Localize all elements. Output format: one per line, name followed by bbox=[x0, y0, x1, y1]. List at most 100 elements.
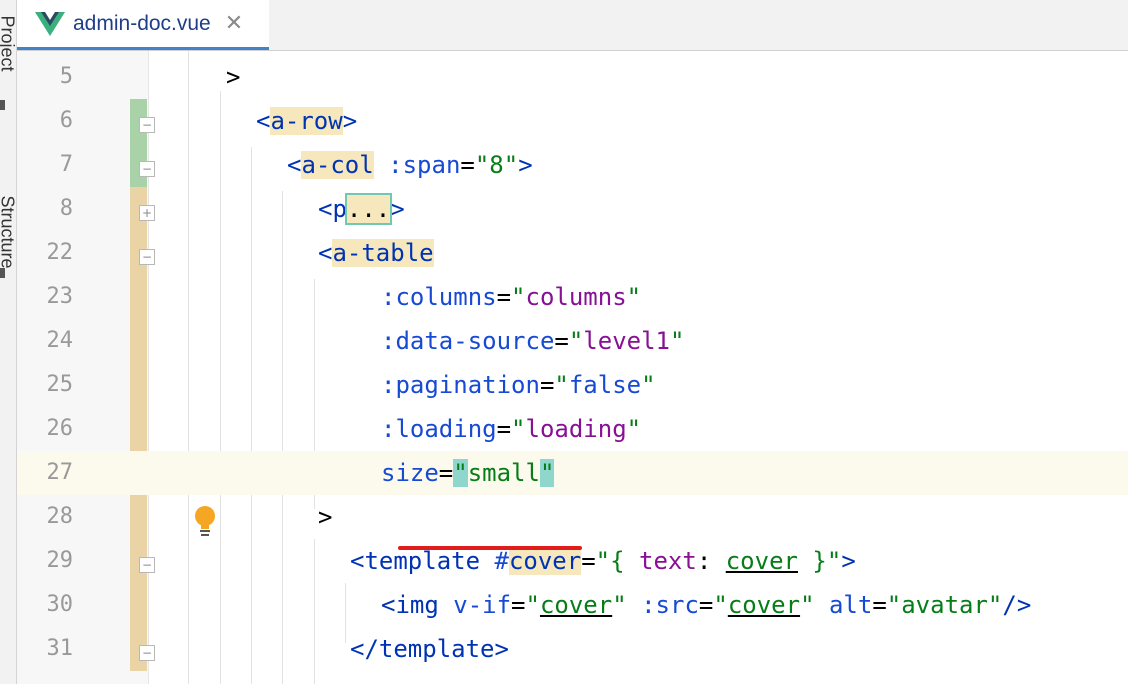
code-token: v-if bbox=[453, 591, 512, 619]
code-token: " bbox=[511, 415, 526, 443]
code-line[interactable]: 8 <p...> bbox=[17, 187, 1128, 231]
code-text: <a-col :span="8"> bbox=[287, 143, 533, 187]
code-token: small bbox=[467, 459, 540, 487]
code-token: " bbox=[453, 459, 468, 487]
code-token: : bbox=[696, 547, 726, 575]
code-token: "8" bbox=[474, 151, 519, 179]
code-line[interactable]: 6 <a-row> bbox=[17, 99, 1128, 143]
line-number: 8 bbox=[59, 196, 73, 221]
code-token: alt bbox=[828, 591, 873, 619]
code-token: }" bbox=[797, 547, 842, 575]
fold-end-icon[interactable]: − bbox=[139, 645, 155, 661]
code-token: ... bbox=[344, 193, 393, 225]
code-token: " bbox=[800, 591, 815, 619]
line-number: 25 bbox=[46, 372, 74, 397]
code-line[interactable]: 31 </template> bbox=[17, 627, 1128, 671]
code-token: = bbox=[496, 415, 512, 443]
code-token: size bbox=[381, 459, 439, 487]
fold-collapse-icon[interactable]: − bbox=[139, 161, 155, 177]
code-text: size="small" bbox=[381, 451, 555, 495]
editor-tab-bar: admin-doc.vue ✕ bbox=[17, 0, 1128, 51]
tool-window-strip: Project Structure bbox=[0, 0, 18, 684]
code-token: cover bbox=[508, 547, 582, 575]
code-line[interactable]: 7 <a-col :span="8"> bbox=[17, 143, 1128, 187]
code-token: columns bbox=[525, 283, 627, 311]
code-text: > bbox=[318, 495, 332, 539]
code-line[interactable]: 22 <a-table bbox=[17, 231, 1128, 275]
code-token: :span bbox=[388, 151, 461, 179]
code-token: " bbox=[525, 591, 540, 619]
code-token: = bbox=[460, 151, 475, 179]
fold-collapse-icon[interactable]: − bbox=[139, 557, 155, 573]
code-line[interactable]: 26:loading="loading" bbox=[17, 407, 1128, 451]
code-token: a-table bbox=[332, 239, 434, 267]
code-token: < bbox=[287, 151, 302, 179]
code-line[interactable]: 25:pagination="false" bbox=[17, 363, 1128, 407]
code-line[interactable]: 30 <img v-if="cover" :src="cover" alt="av… bbox=[17, 583, 1128, 627]
code-line[interactable]: 28 > bbox=[17, 495, 1128, 539]
tab-filename: admin-doc.vue bbox=[73, 11, 211, 35]
line-number: 30 bbox=[46, 592, 74, 617]
code-token: <p bbox=[318, 195, 347, 223]
fold-collapse-icon[interactable]: − bbox=[139, 249, 155, 265]
code-token: = bbox=[554, 327, 569, 355]
code-token: " bbox=[511, 283, 526, 311]
code-line[interactable]: 27 size="small" bbox=[17, 451, 1128, 495]
fold-expand-icon[interactable]: + bbox=[139, 205, 155, 221]
code-line[interactable]: 24 :data-source="level1" bbox=[17, 319, 1128, 363]
fold-collapse-icon[interactable]: − bbox=[139, 117, 155, 133]
line-number: 27 bbox=[46, 460, 74, 485]
code-token: = bbox=[539, 371, 555, 399]
code-token: a-row bbox=[270, 107, 343, 135]
structure-tool-label[interactable]: Structure bbox=[0, 196, 18, 269]
tab-admin-doc-vue[interactable]: admin-doc.vue ✕ bbox=[17, 0, 269, 50]
code-text: :columns="columns" bbox=[381, 275, 641, 319]
code-text: </template> bbox=[350, 627, 509, 671]
code-token: /> bbox=[1002, 591, 1032, 619]
code-text: :data-source="level1" bbox=[381, 319, 684, 363]
code-token: cover bbox=[727, 591, 801, 619]
line-number: 23 bbox=[46, 284, 74, 309]
code-token: :pagination bbox=[381, 371, 540, 399]
code-token: <template bbox=[350, 547, 495, 575]
code-line[interactable]: 23:columns="columns" bbox=[17, 275, 1128, 319]
code-token: > bbox=[342, 107, 358, 135]
code-token: " bbox=[539, 459, 555, 487]
lightbulb-icon[interactable] bbox=[192, 505, 218, 539]
code-token: a-col bbox=[301, 151, 374, 179]
code-editor[interactable]: 5 >6 <a-row> 7 <a-col :span="8"> 8 <p...> 22 <a-… bbox=[17, 51, 1128, 684]
vue-logo-icon bbox=[35, 11, 65, 36]
code-token: > bbox=[226, 63, 241, 91]
code-token: " bbox=[554, 371, 569, 399]
code-token: loading bbox=[525, 415, 627, 443]
code-token: </template> bbox=[350, 635, 509, 663]
code-token: cover bbox=[725, 547, 798, 575]
code-token: :loading bbox=[381, 415, 497, 443]
code-token: = bbox=[496, 283, 512, 311]
line-number: 31 bbox=[46, 636, 74, 661]
project-tool-label[interactable]: Project bbox=[0, 16, 18, 72]
code-token: :src bbox=[641, 591, 699, 619]
code-token: < bbox=[318, 239, 333, 267]
code-token: > bbox=[841, 547, 856, 575]
code-token: = bbox=[698, 591, 714, 619]
code-token: :columns bbox=[381, 283, 497, 311]
code-token: # bbox=[494, 547, 509, 575]
code-token: " bbox=[713, 591, 728, 619]
code-token: "avatar" bbox=[886, 591, 1003, 619]
strip-marker bbox=[0, 100, 5, 110]
code-token: " bbox=[641, 371, 656, 399]
close-icon[interactable]: ✕ bbox=[225, 11, 243, 36]
code-text: <a-row> bbox=[256, 99, 357, 143]
line-number: 24 bbox=[46, 328, 74, 353]
line-number: 5 bbox=[59, 64, 73, 89]
code-text: <img v-if="cover" :src="cover" alt="avat… bbox=[381, 583, 1031, 627]
code-token: " bbox=[612, 591, 627, 619]
line-number: 6 bbox=[59, 108, 73, 133]
code-token: > bbox=[390, 195, 405, 223]
code-token: = bbox=[438, 459, 454, 487]
error-underline bbox=[398, 546, 582, 550]
code-line[interactable]: 5 > bbox=[17, 55, 1128, 99]
